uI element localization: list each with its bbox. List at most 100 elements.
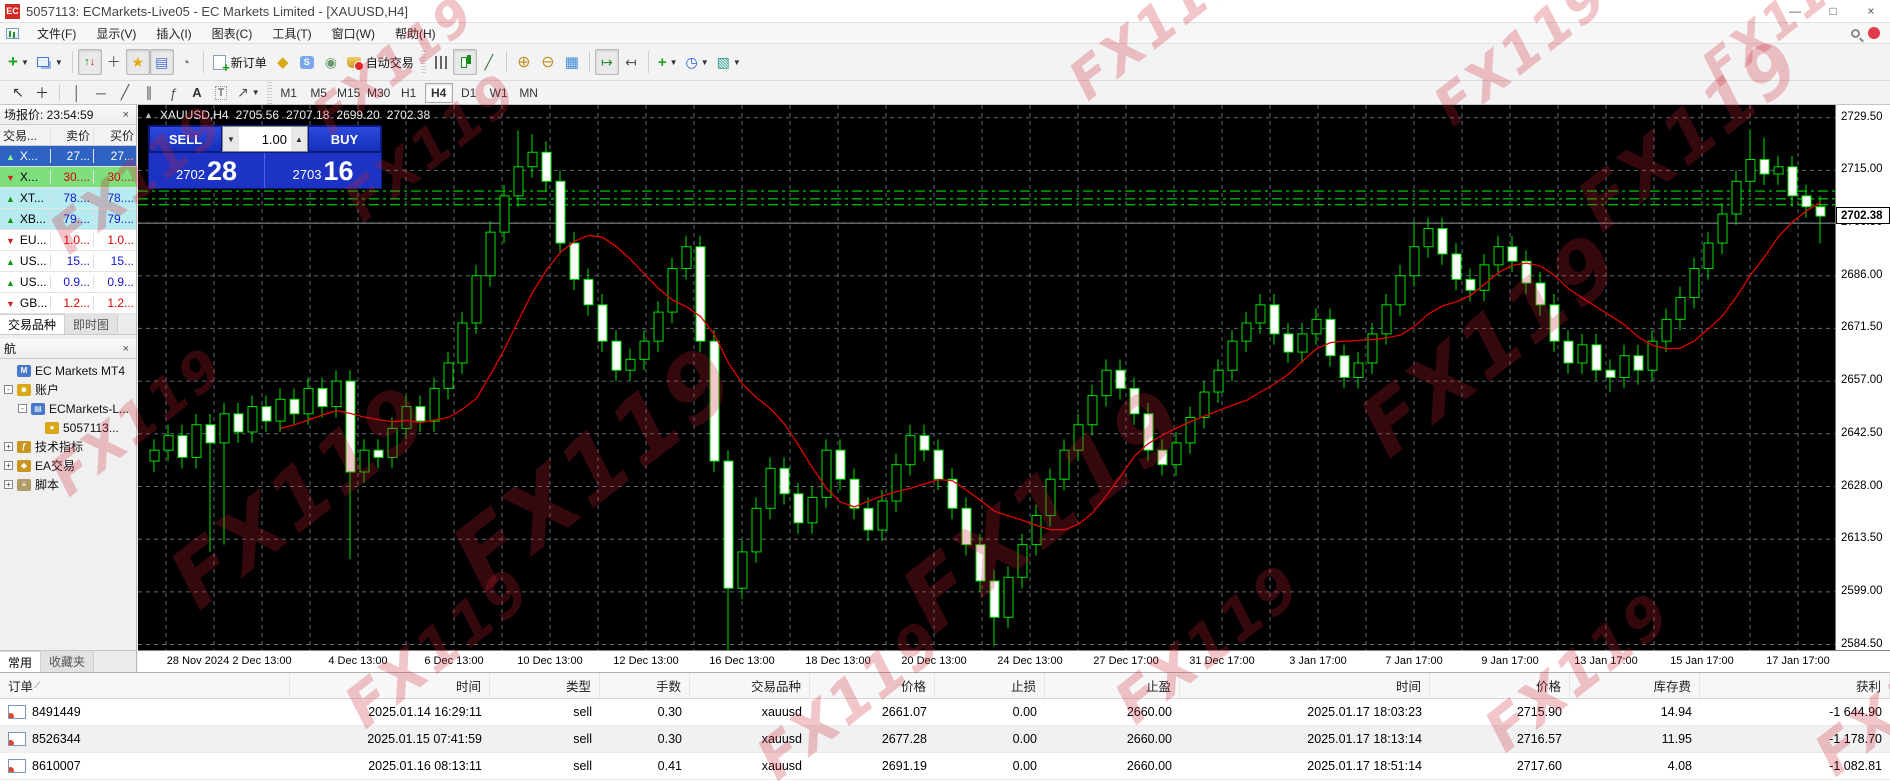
tree-item-3[interactable]: ●5057113... [0, 418, 136, 437]
metaeditor-button[interactable]: ◆ [271, 49, 295, 75]
templates-button[interactable]: ▧▼ [713, 49, 745, 75]
arrows-tool[interactable]: ↗▼ [233, 83, 264, 103]
market-watch-tab-交易品种[interactable]: 交易品种 [0, 314, 65, 334]
notification-icon[interactable] [1868, 27, 1880, 39]
chart-canvas[interactable] [138, 105, 1835, 650]
sell-button[interactable]: SELL [149, 126, 222, 152]
navigator-toggle[interactable]: ★ [126, 49, 150, 75]
expand-expander-icon[interactable]: + [4, 442, 13, 451]
menu-item-2[interactable]: 插入(I) [146, 23, 201, 44]
market-watch-row[interactable]: ▲XT...78....78.... [0, 188, 136, 209]
menu-item-4[interactable]: 工具(T) [262, 23, 321, 44]
bottom-tab-收藏夹[interactable]: 收藏夹 [41, 651, 94, 672]
candlestick-chart-button[interactable] [453, 49, 477, 75]
menu-item-1[interactable]: 显示(V) [86, 23, 146, 44]
text-tool[interactable]: A [185, 83, 209, 103]
market-watch-tab-即时图[interactable]: 即时图 [65, 314, 118, 334]
market-button[interactable]: ◉ [319, 49, 343, 75]
expand-expander-icon[interactable]: + [4, 461, 13, 470]
time-axis[interactable]: 28 Nov 20242 Dec 13:004 Dec 13:006 Dec 1… [138, 650, 1890, 672]
tree-item-1[interactable]: -☻账户 [0, 380, 136, 399]
bar-chart-button[interactable] [429, 49, 453, 75]
close-icon[interactable]: × [120, 109, 132, 121]
indicators-button[interactable]: +▼ [654, 49, 682, 75]
market-watch-row[interactable]: ▼EU...1.0...1.0... [0, 230, 136, 251]
collapse-expander-icon[interactable]: - [18, 404, 27, 413]
menu-item-6[interactable]: 帮助(H) [385, 23, 446, 44]
orders-col-6[interactable]: 止损 [935, 673, 1045, 698]
orders-col-5[interactable]: 价格 [810, 673, 935, 698]
market-watch-row[interactable]: ▼X...30....30.... [0, 167, 136, 188]
timeframe-M5[interactable]: M5 [305, 83, 333, 103]
collapse-expander-icon[interactable]: - [4, 385, 13, 394]
tree-item-6[interactable]: +≡脚本 [0, 475, 136, 494]
new-chart-button[interactable]: +▼ [4, 49, 33, 75]
signals-button[interactable]: S [295, 49, 319, 75]
timeframe-H4[interactable]: H4 [425, 83, 453, 103]
market-watch-row[interactable]: ▲US...0.9...0.9... [0, 272, 136, 293]
menu-item-5[interactable]: 窗口(W) [322, 23, 385, 44]
orders-col-2[interactable]: 类型 [490, 673, 600, 698]
tile-windows-button[interactable]: ▦ [560, 49, 584, 75]
minimize-button[interactable]: — [1776, 0, 1814, 22]
zoom-in-button[interactable]: ⊕ [512, 49, 536, 75]
label-tool[interactable]: T [209, 83, 233, 103]
maximize-button[interactable]: □ [1814, 0, 1852, 22]
orders-col-3[interactable]: 手数 [600, 673, 690, 698]
horizontal-line-tool[interactable]: ─ [89, 83, 113, 103]
volume-increase-button[interactable]: ▲ [291, 127, 307, 151]
chart-area[interactable]: ▲ XAUUSD,H4 2705.56 2707.18 2699.20 2702… [138, 105, 1890, 650]
search-icon[interactable] [1851, 29, 1860, 38]
menu-item-0[interactable]: 文件(F) [27, 23, 86, 44]
timeframe-M15[interactable]: M15 [335, 83, 363, 103]
channel-tool[interactable]: ∥ [137, 83, 161, 103]
orders-col-4[interactable]: 交易品种 [690, 673, 810, 698]
close-button[interactable]: × [1852, 0, 1890, 22]
vertical-line-tool[interactable]: │ [65, 83, 89, 103]
menu-item-3[interactable]: 图表(C) [202, 23, 263, 44]
profiles-button[interactable]: ▼ [33, 49, 67, 75]
new-order-button[interactable]: 新订单 [209, 49, 271, 75]
order-row[interactable]: 86100072025.01.16 08:13:11sell0.41xauusd… [0, 753, 1890, 780]
tree-item-5[interactable]: +◆EA交易 [0, 456, 136, 475]
orders-col-10[interactable]: 库存费 [1570, 673, 1700, 698]
market-watch-row[interactable]: ▼GB...1.2...1.2... [0, 293, 136, 314]
chart-window-icon[interactable] [6, 28, 19, 39]
auto-scroll-button[interactable]: ↦ [595, 49, 619, 75]
order-row[interactable]: 84914492025.01.14 16:29:11sell0.30xauusd… [0, 699, 1890, 726]
expand-expander-icon[interactable]: + [4, 480, 13, 489]
line-chart-button[interactable]: ╱ [477, 49, 501, 75]
zoom-out-button[interactable]: ⊖ [536, 49, 560, 75]
terminal-toggle[interactable]: ▤ [150, 49, 174, 75]
buy-button[interactable]: BUY [308, 126, 381, 152]
volume-input[interactable]: 1.00 [239, 127, 291, 151]
collapse-panel-icon[interactable]: ▲ [144, 110, 153, 120]
bottom-tab-常用[interactable]: 常用 [0, 651, 41, 672]
tree-item-2[interactable]: -▤ECMarkets-L... [0, 399, 136, 418]
tree-item-0[interactable]: MEC Markets MT4 [0, 361, 136, 380]
sell-price[interactable]: 2702 28 [149, 153, 265, 188]
timeframe-M1[interactable]: M1 [275, 83, 303, 103]
trendline-tool[interactable]: ╱ [113, 83, 137, 103]
crosshair-tool[interactable]: ＋ [30, 83, 54, 103]
orders-col-0[interactable]: 订单∕ [0, 673, 290, 698]
timeframe-H1[interactable]: H1 [395, 83, 423, 103]
orders-col-11[interactable]: 获利 [1700, 673, 1890, 698]
market-watch-toggle[interactable]: ↑↓ [78, 49, 102, 75]
timeframe-W1[interactable]: W1 [485, 83, 513, 103]
orders-col-1[interactable]: 时间 [290, 673, 490, 698]
data-window-button[interactable]: ＋ [102, 49, 126, 75]
price-axis[interactable]: 2729.502715.002700.502686.002671.502657.… [1835, 105, 1890, 650]
market-watch-row[interactable]: ▲US...15...15... [0, 251, 136, 272]
orders-col-9[interactable]: 价格 [1430, 673, 1570, 698]
buy-price[interactable]: 2703 16 [265, 153, 381, 188]
orders-col-8[interactable]: 时间 [1180, 673, 1430, 698]
orders-col-7[interactable]: 止盈 [1045, 673, 1180, 698]
market-watch-row[interactable]: ▲X...27...27... [0, 146, 136, 167]
timeframe-MN[interactable]: MN [515, 83, 543, 103]
order-row[interactable]: 85263442025.01.15 07:41:59sell0.30xauusd… [0, 726, 1890, 753]
cursor-tool[interactable]: ↖ [6, 83, 30, 103]
auto-trading-button[interactable]: 自动交易 [343, 49, 418, 75]
market-watch-row[interactable]: ▲XB...79....79.... [0, 209, 136, 230]
volume-decrease-button[interactable]: ▼ [223, 127, 239, 151]
